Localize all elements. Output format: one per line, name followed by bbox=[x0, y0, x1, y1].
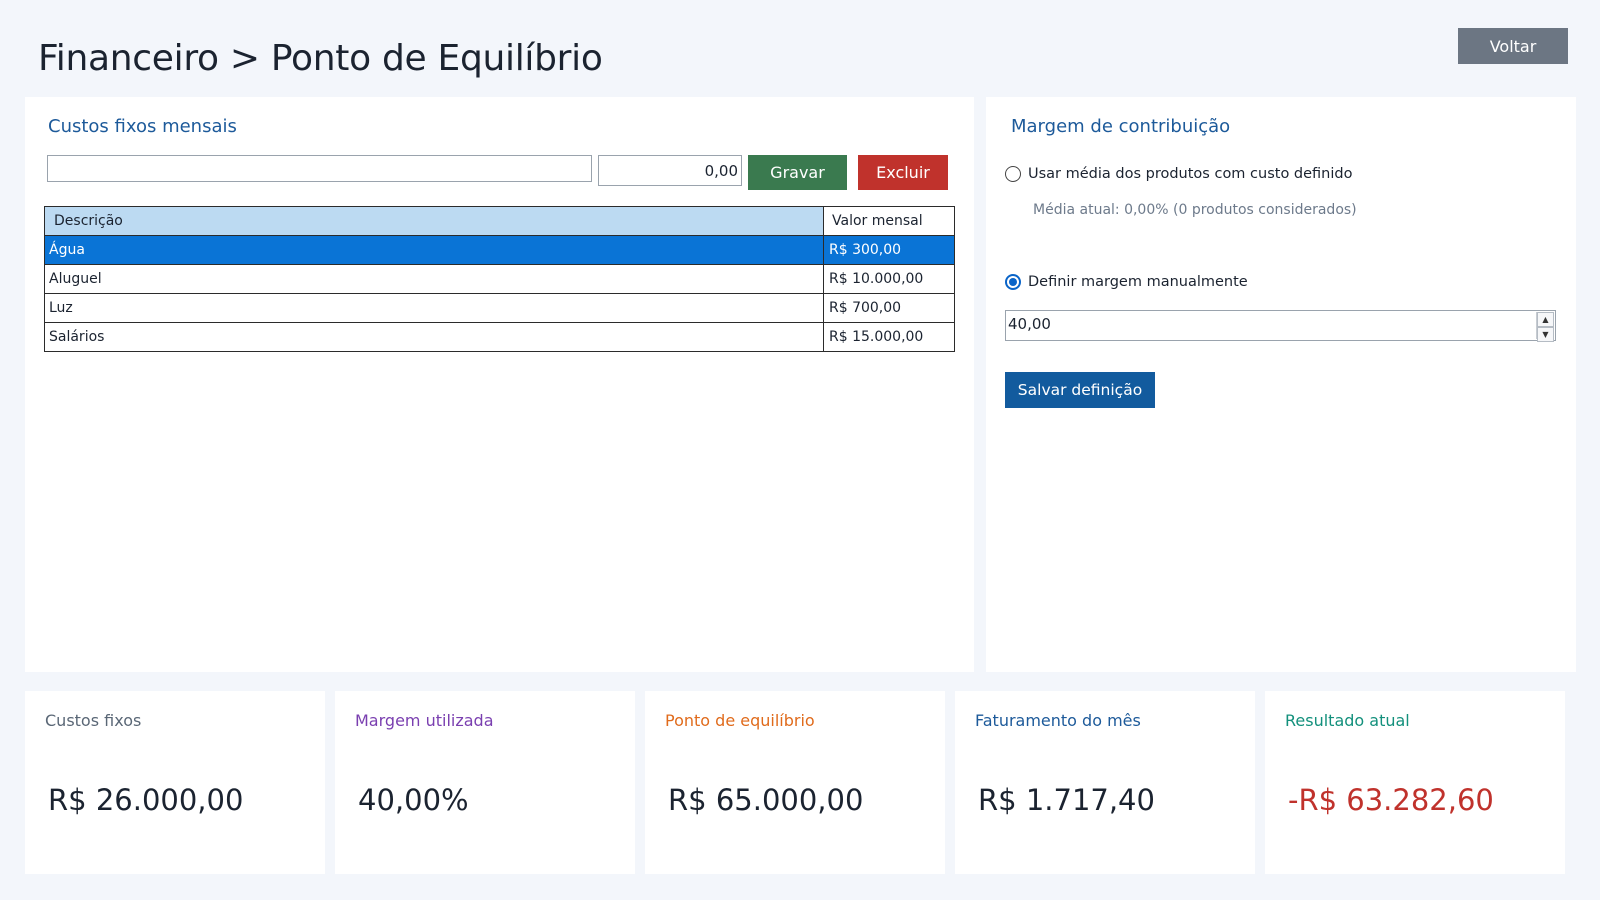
cost-description-input[interactable] bbox=[47, 155, 592, 182]
chevron-down-icon[interactable]: ▼ bbox=[1537, 327, 1554, 342]
fixed-costs-title: Custos fixos mensais bbox=[48, 116, 237, 137]
row-description[interactable]: Aluguel bbox=[44, 264, 824, 294]
table-row[interactable]: Salários R$ 15.000,00 bbox=[44, 322, 955, 352]
margin-value[interactable]: 40,00 bbox=[1008, 315, 1051, 333]
margin-value-stepper[interactable]: 40,00 ▲ ▼ bbox=[1005, 310, 1556, 342]
summary-card-break-even: Ponto de equilíbrio R$ 65.000,00 bbox=[645, 691, 945, 874]
card-value: 40,00% bbox=[358, 783, 469, 817]
summary-card-revenue: Faturamento do mês R$ 1.717,40 bbox=[955, 691, 1255, 874]
chevron-up-icon[interactable]: ▲ bbox=[1537, 312, 1554, 327]
table-row[interactable]: Água R$ 300,00 bbox=[44, 235, 955, 265]
stepper-arrows: ▲ ▼ bbox=[1536, 312, 1554, 342]
column-header-value[interactable]: Valor mensal bbox=[823, 206, 955, 236]
row-value[interactable]: R$ 10.000,00 bbox=[823, 264, 955, 294]
option-average[interactable]: Usar média dos produtos com custo defini… bbox=[1005, 166, 1352, 182]
summary-card-fixed-costs: Custos fixos R$ 26.000,00 bbox=[25, 691, 325, 874]
radio-manual[interactable] bbox=[1005, 274, 1021, 290]
back-button[interactable]: Voltar bbox=[1458, 28, 1568, 64]
row-description[interactable]: Salários bbox=[44, 322, 824, 352]
row-value[interactable]: R$ 300,00 bbox=[823, 235, 955, 265]
delete-cost-button[interactable]: Excluir bbox=[858, 155, 948, 190]
fixed-costs-panel: Custos fixos mensais Gravar Excluir Desc… bbox=[25, 97, 974, 672]
margin-title: Margem de contribuição bbox=[1011, 116, 1231, 137]
option-average-label: Usar média dos produtos com custo defini… bbox=[1028, 166, 1353, 182]
card-label: Margem utilizada bbox=[355, 711, 494, 730]
summary-card-margin: Margem utilizada 40,00% bbox=[335, 691, 635, 874]
save-definition-button[interactable]: Salvar definição bbox=[1005, 372, 1155, 408]
table-row[interactable]: Aluguel R$ 10.000,00 bbox=[44, 264, 955, 294]
card-value: R$ 65.000,00 bbox=[668, 783, 864, 817]
table-row[interactable]: Luz R$ 700,00 bbox=[44, 293, 955, 323]
average-hint: Média atual: 0,00% (0 produtos considera… bbox=[1033, 202, 1357, 218]
summary-card-result: Resultado atual -R$ 63.282,60 bbox=[1265, 691, 1565, 874]
card-label: Ponto de equilíbrio bbox=[665, 711, 815, 730]
fixed-costs-table: Descrição Valor mensal Água R$ 300,00 Al… bbox=[44, 206, 955, 352]
card-label: Custos fixos bbox=[45, 711, 142, 730]
card-value: -R$ 63.282,60 bbox=[1288, 783, 1494, 817]
option-manual[interactable]: Definir margem manualmente bbox=[1005, 274, 1248, 290]
card-value: R$ 26.000,00 bbox=[48, 783, 244, 817]
table-header-row: Descrição Valor mensal bbox=[44, 206, 955, 236]
cost-amount-input[interactable] bbox=[598, 155, 742, 186]
row-value[interactable]: R$ 700,00 bbox=[823, 293, 955, 323]
card-label: Faturamento do mês bbox=[975, 711, 1141, 730]
option-manual-label: Definir margem manualmente bbox=[1028, 274, 1248, 290]
column-header-description[interactable]: Descrição bbox=[44, 206, 824, 236]
radio-average[interactable] bbox=[1005, 166, 1021, 182]
margin-panel: Margem de contribuição Usar média dos pr… bbox=[986, 97, 1576, 672]
row-description[interactable]: Água bbox=[44, 235, 824, 265]
row-description[interactable]: Luz bbox=[44, 293, 824, 323]
page-title: Financeiro > Ponto de Equilíbrio bbox=[38, 38, 603, 79]
card-label: Resultado atual bbox=[1285, 711, 1410, 730]
card-value: R$ 1.717,40 bbox=[978, 783, 1155, 817]
row-value[interactable]: R$ 15.000,00 bbox=[823, 322, 955, 352]
save-cost-button[interactable]: Gravar bbox=[748, 155, 847, 190]
